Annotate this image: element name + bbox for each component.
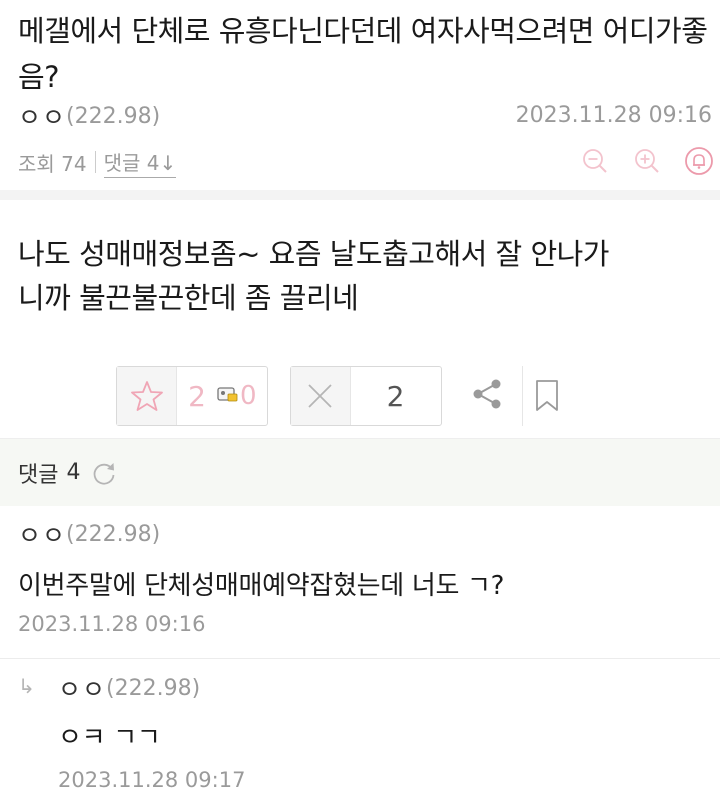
comments-count: 4 — [66, 460, 81, 485]
fixed-upvote: 0 — [217, 367, 267, 425]
post-date: 2023.11.28 09:16 — [515, 103, 712, 128]
alarm-bell-icon[interactable] — [684, 146, 714, 176]
comment-divider — [0, 658, 720, 659]
star-icon — [130, 381, 163, 411]
fixed-user-icon — [217, 385, 239, 407]
comment-author-name[interactable]: ㅇㅇ — [58, 670, 106, 706]
comment-count-link[interactable]: 댓글 4↓ — [103, 147, 177, 178]
refresh-icon[interactable] — [90, 459, 118, 487]
reply-comment: ↳ ㅇㅇ (222.98) ㅇㅋ ㄱㄱ 2023.11.28 09:17 — [0, 670, 720, 801]
comment-author-ip: (222.98) — [106, 675, 201, 701]
post-body-line: 니까 불끈불끈한데 좀 끌리네 — [18, 281, 359, 315]
upvote-box: 2 0 — [116, 366, 268, 426]
post-body: 나도 성매매정보좀~ 요즘 날도춥고해서 잘 안나가 니까 불끈불끈한데 좀 끌… — [18, 232, 708, 320]
downvote-count: 2 — [386, 379, 405, 413]
share-icon[interactable] — [470, 376, 506, 416]
comment-text: ㅇㅋ ㄱㄱ — [58, 723, 161, 753]
upvote-button[interactable] — [117, 367, 177, 425]
comment-author-name[interactable]: ㅇㅇ — [18, 516, 66, 552]
comments-title: 댓글 — [18, 462, 59, 488]
comment-date: 2023.11.28 09:16 — [18, 612, 206, 636]
post-title: 메갤에서 단체로 유흥다닌다던데 여자사먹으려면 어디가좋음? — [18, 14, 708, 94]
comment-author[interactable]: ㅇㅇ (222.98) — [58, 670, 245, 706]
reply-arrow-icon: ↳ — [18, 674, 35, 698]
x-icon — [308, 384, 332, 408]
post-author[interactable]: ㅇㅇ (222.98) — [18, 98, 160, 134]
view-count: 조회 74 — [18, 151, 87, 176]
post-header: 메갤에서 단체로 유흥다닌다던데 여자사먹으려면 어디가좋음? ㅇㅇ (222.… — [0, 0, 720, 188]
stats-divider — [94, 151, 96, 173]
vote-area: 2 0 2 — [116, 366, 572, 426]
zoom-in-icon[interactable] — [632, 146, 662, 176]
downvote-button[interactable] — [290, 367, 351, 425]
comment-text: 이번주말에 단체성매매예약잡혔는데 너도 ㄱ? — [18, 571, 505, 601]
upvote-count: 2 — [188, 379, 206, 413]
zoom-out-icon[interactable] — [580, 146, 610, 176]
comment-author[interactable]: ㅇㅇ (222.98) — [18, 516, 720, 552]
post-body-line: 나도 성매매정보좀~ 요즘 날도춥고해서 잘 안나가 — [18, 237, 610, 271]
comments-header: 댓글 4 — [0, 438, 720, 506]
comment: ㅇㅇ (222.98) 이번주말에 단체성매매예약잡혔는데 너도 ㄱ? 2023… — [0, 516, 720, 656]
post-author-name[interactable]: ㅇㅇ — [18, 98, 66, 134]
post-author-ip: (222.98) — [66, 103, 161, 129]
comment-date: 2023.11.28 09:17 — [58, 768, 246, 792]
comment-author-ip: (222.98) — [66, 521, 161, 547]
bookmark-icon[interactable] — [521, 366, 572, 426]
header-divider — [0, 190, 720, 200]
post-tools — [580, 142, 714, 180]
fixed-upvote-count: 0 — [240, 381, 257, 411]
downvote-box: 2 — [289, 366, 442, 426]
post-stats: 조회 74 댓글 4↓ — [18, 144, 177, 180]
